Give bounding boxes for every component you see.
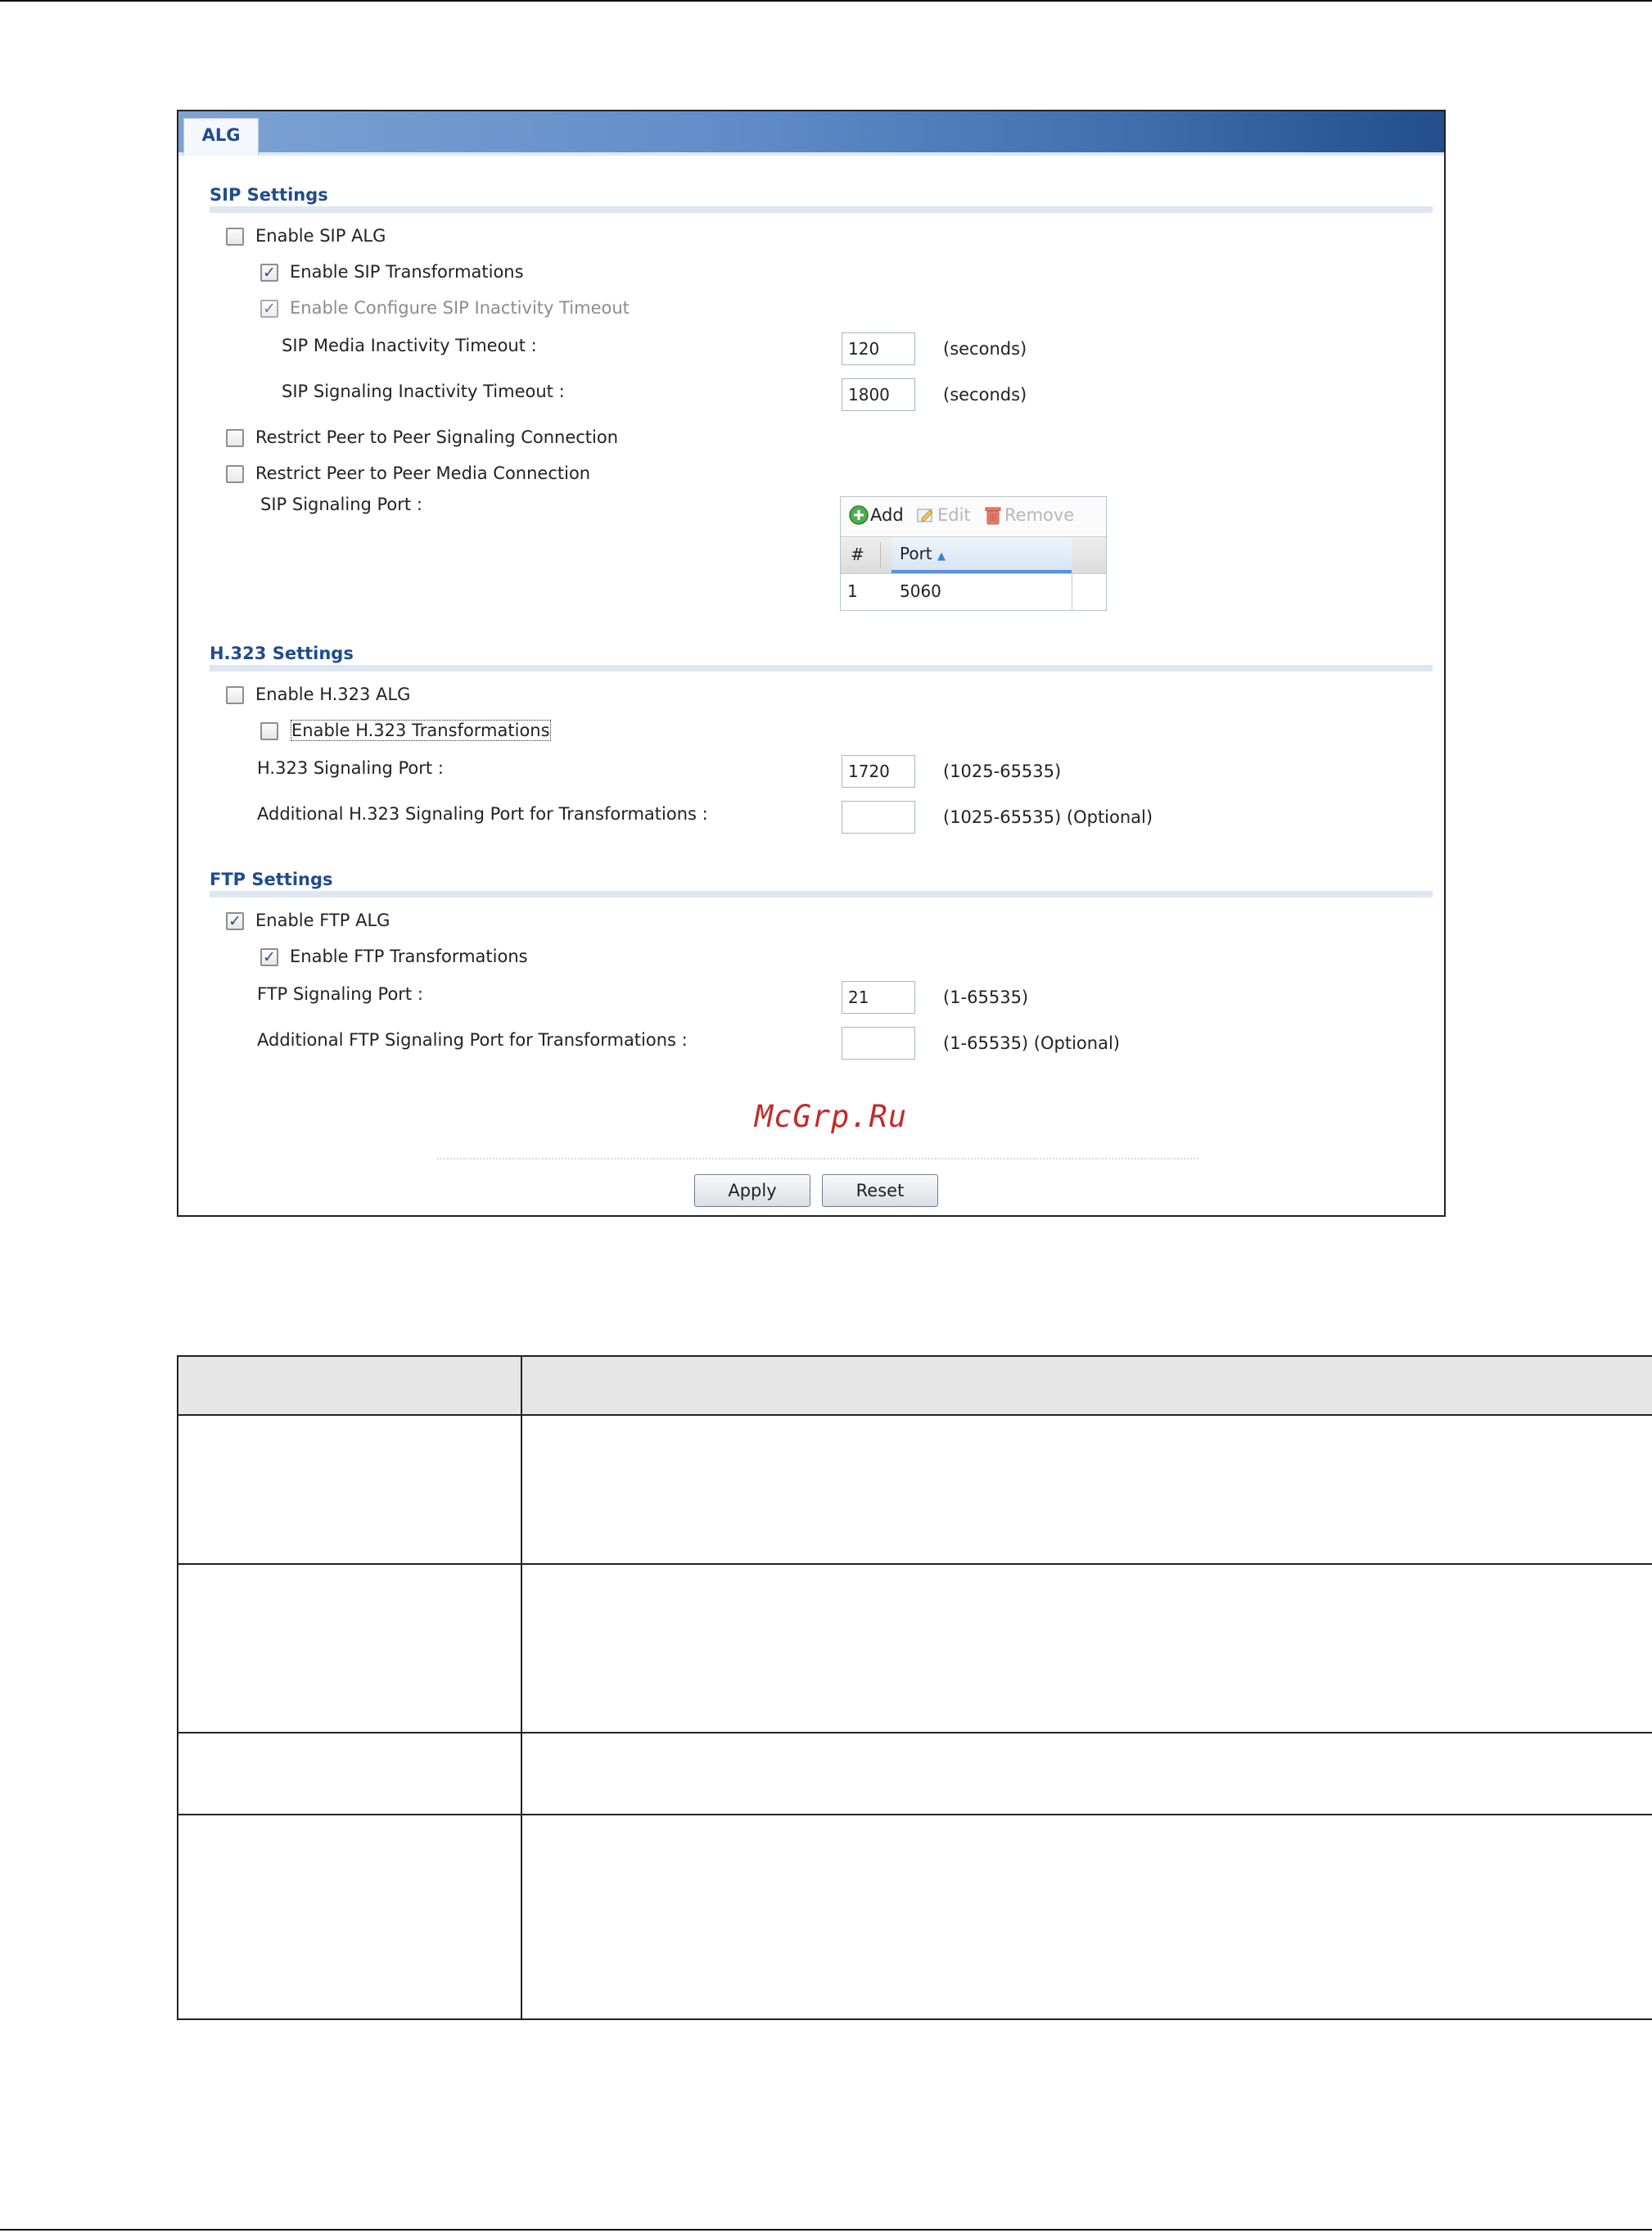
table-row[interactable]: 1 5060 — [841, 572, 1072, 610]
tab-alg[interactable]: ALG — [183, 118, 259, 156]
port-table-header: # Port ▲ — [841, 536, 1106, 574]
page-bottom-rule — [0, 2229, 1652, 2231]
h323-signaling-port-range: (1025-65535) — [943, 762, 1062, 781]
sip-settings-title: SIP Settings — [210, 185, 328, 205]
banner-underline — [178, 152, 1444, 156]
enable-sip-inactivity-timeout-checkbox[interactable]: ✓ — [260, 300, 278, 318]
apply-button[interactable]: Apply — [694, 1174, 810, 1207]
sip-signaling-timeout-input[interactable]: 1800 — [842, 378, 915, 411]
ftp-settings-title: FTP Settings — [210, 870, 333, 889]
add-button[interactable]: Add — [849, 505, 904, 525]
port-table-toolbar: Add Edit Remove — [841, 497, 1106, 536]
watermark-text: McGrp.Ru — [754, 1099, 908, 1134]
add-label: Add — [870, 505, 904, 525]
enable-sip-transformations-label: Enable SIP Transformations — [290, 262, 524, 282]
sip-media-timeout-unit: (seconds) — [943, 339, 1027, 359]
row-index: 1 — [847, 581, 858, 601]
enable-h323-alg-label: Enable H.323 ALG — [255, 685, 411, 704]
column-header-port[interactable]: Port ▲ — [891, 537, 1072, 573]
table-column-divider — [521, 1357, 522, 2018]
ftp-additional-port-range: (1-65535) (Optional) — [943, 1033, 1120, 1053]
enable-h323-transformations-label: Enable H.323 Transformations — [291, 720, 551, 741]
table-row-divider — [178, 1732, 1652, 1734]
ftp-signaling-port-label: FTP Signaling Port : — [257, 984, 423, 1004]
restrict-signaling-label: Restrict Peer to Peer Signaling Connecti… — [255, 427, 619, 447]
ftp-additional-port-label: Additional FTP Signaling Port for Transf… — [257, 1030, 688, 1050]
sip-signaling-timeout-unit: (seconds) — [943, 385, 1027, 405]
button-separator — [437, 1158, 1198, 1159]
sip-port-table: Add Edit Remove # Port ▲ 1 5060 — [840, 496, 1107, 611]
enable-sip-alg-checkbox[interactable] — [226, 228, 244, 246]
page-top-rule — [0, 0, 1652, 2]
h323-signaling-port-input[interactable]: 1720 — [842, 755, 915, 788]
sort-ascending-icon: ▲ — [937, 550, 946, 563]
description-table — [177, 1355, 1652, 2020]
h323-additional-port-range: (1025-65535) (Optional) — [943, 807, 1153, 827]
remove-button[interactable]: Remove — [983, 505, 1074, 525]
alg-panel: ALG SIP Settings Enable SIP ALG ✓ Enable… — [177, 110, 1446, 1217]
edit-icon — [916, 505, 936, 525]
ftp-signaling-port-input[interactable]: 21 — [842, 981, 915, 1014]
restrict-media-label: Restrict Peer to Peer Media Connection — [255, 463, 591, 483]
h323-signaling-port-label: H.323 Signaling Port : — [257, 758, 444, 778]
edit-label: Edit — [937, 505, 971, 525]
edit-button[interactable]: Edit — [916, 505, 971, 525]
remove-label: Remove — [1004, 505, 1075, 525]
ftp-signaling-port-range: (1-65535) — [943, 988, 1029, 1007]
column-separator — [880, 542, 881, 568]
add-icon — [849, 505, 869, 525]
column-header-index[interactable]: # — [851, 545, 864, 564]
enable-sip-transformations-checkbox[interactable]: ✓ — [260, 264, 278, 282]
h323-section-line — [210, 665, 1433, 671]
enable-sip-alg-label: Enable SIP ALG — [255, 226, 386, 246]
restrict-media-checkbox[interactable] — [226, 465, 244, 483]
sip-section-line — [210, 206, 1433, 213]
sip-media-timeout-label: SIP Media Inactivity Timeout : — [282, 336, 537, 355]
enable-h323-alg-checkbox[interactable] — [226, 686, 244, 704]
sip-signaling-port-label: SIP Signaling Port : — [260, 495, 422, 514]
trash-icon — [983, 505, 1003, 525]
sip-media-timeout-input[interactable]: 120 — [842, 332, 915, 365]
enable-ftp-alg-label: Enable FTP ALG — [255, 911, 390, 930]
enable-ftp-transformations-label: Enable FTP Transformations — [290, 947, 528, 966]
h323-additional-port-label: Additional H.323 Signaling Port for Tran… — [257, 804, 708, 824]
column-header-port-label: Port — [900, 544, 932, 563]
enable-ftp-transformations-checkbox[interactable]: ✓ — [260, 948, 278, 966]
table-row-divider — [178, 1563, 1652, 1565]
panel-banner — [178, 111, 1444, 152]
sip-signaling-timeout-label: SIP Signaling Inactivity Timeout : — [282, 382, 565, 401]
row-port: 5060 — [900, 581, 941, 601]
table-header-row — [178, 1357, 1652, 1416]
h323-additional-port-input[interactable] — [842, 801, 915, 834]
restrict-signaling-checkbox[interactable] — [226, 429, 244, 447]
table-row-divider — [178, 1814, 1652, 1815]
h323-settings-title: H.323 Settings — [210, 644, 354, 663]
enable-ftp-alg-checkbox[interactable]: ✓ — [226, 912, 244, 930]
ftp-section-line — [210, 891, 1433, 897]
enable-h323-transformations-checkbox[interactable] — [260, 722, 278, 740]
ftp-additional-port-input[interactable] — [842, 1027, 915, 1060]
reset-button[interactable]: Reset — [822, 1174, 938, 1207]
enable-sip-inactivity-timeout-label: Enable Configure SIP Inactivity Timeout — [290, 298, 630, 318]
